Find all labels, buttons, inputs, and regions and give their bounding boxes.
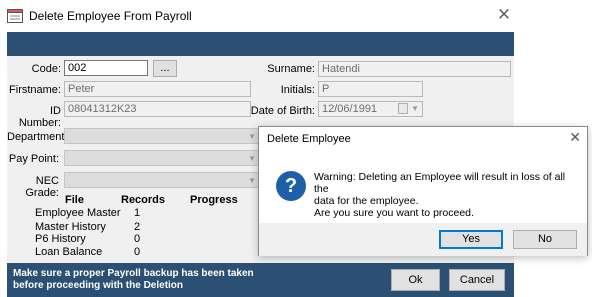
chevron-down-icon: ▼: [411, 104, 419, 113]
initials-label: Initials:: [280, 84, 315, 96]
chevron-down-icon: ▼: [248, 154, 256, 163]
table-row-records: 1: [134, 207, 141, 219]
dialog-message-line: Are you sure you want to proceed.: [314, 207, 474, 219]
dialog-button-bar: Yes No: [259, 223, 587, 256]
chevron-down-icon: ▼: [248, 176, 256, 185]
table-row-file: Employee Master: [35, 207, 121, 219]
table-row-file: P6 History: [35, 233, 86, 245]
dialog-message-line: Warning: Deleting an Employee will resul…: [314, 171, 566, 195]
records-column-header: Records: [121, 194, 166, 206]
department-label: Department:: [7, 131, 68, 143]
initials-field: P: [318, 81, 423, 97]
file-column-header: File: [65, 194, 84, 206]
table-row-records: 0: [134, 233, 141, 245]
date-of-birth-value: 12/06/1991: [322, 103, 378, 115]
firstname-field: Peter: [64, 81, 251, 97]
nec-grade-select[interactable]: ▼: [64, 172, 259, 188]
progress-column-header: Progress: [190, 194, 238, 206]
department-select[interactable]: ▼: [64, 128, 259, 144]
code-input[interactable]: 002: [64, 60, 148, 76]
pay-point-select[interactable]: ▼: [64, 150, 259, 166]
dialog-message-line: data for the employee.: [314, 195, 419, 207]
table-row-file: Loan Balance: [35, 246, 103, 258]
surname-field: Hatendi: [318, 61, 511, 77]
dialog-title: Delete Employee: [267, 133, 351, 145]
nec-grade-label: NEC Grade:: [25, 175, 59, 199]
delete-confirmation-dialog: Delete Employee ✕ ? Warning: Deleting an…: [258, 126, 588, 256]
ok-button[interactable]: Ok: [391, 269, 440, 291]
table-row-records: 0: [134, 246, 141, 258]
footer-band: Make sure a proper Payroll backup has be…: [7, 263, 514, 297]
dialog-close-icon[interactable]: ✕: [569, 129, 581, 146]
cancel-button[interactable]: Cancel: [449, 269, 505, 291]
chevron-down-icon: ▼: [248, 132, 256, 141]
table-row-file: Master History: [35, 221, 106, 233]
id-number-field: 08041312K23: [64, 101, 251, 117]
dialog-message: Warning: Deleting an Employee will resul…: [314, 171, 579, 219]
window-title: Delete Employee From Payroll: [29, 9, 192, 23]
pay-point-label: Pay Point:: [8, 153, 59, 165]
browse-button[interactable]: ...: [153, 60, 177, 77]
header-band: [7, 32, 514, 56]
date-of-birth-field: 12/06/1991 ▼: [318, 101, 423, 117]
no-button[interactable]: No: [513, 230, 577, 249]
firstname-label: Firstname:: [9, 84, 61, 96]
code-label: Code:: [31, 63, 61, 75]
calendar-icon: [398, 103, 408, 114]
window-close-icon[interactable]: ✕: [494, 4, 514, 26]
table-row-records: 2: [134, 221, 141, 233]
yes-button[interactable]: Yes: [439, 230, 503, 249]
date-of-birth-label: Date of Birth:: [250, 105, 315, 117]
question-icon: ?: [276, 171, 306, 201]
backup-warning-text: Make sure a proper Payroll backup has be…: [13, 268, 254, 291]
payroll-app-icon: [7, 9, 23, 23]
id-number-label: ID Number:: [18, 105, 61, 129]
title-bar: Delete Employee From Payroll ✕: [0, 0, 592, 32]
surname-label: Surname:: [267, 63, 315, 75]
